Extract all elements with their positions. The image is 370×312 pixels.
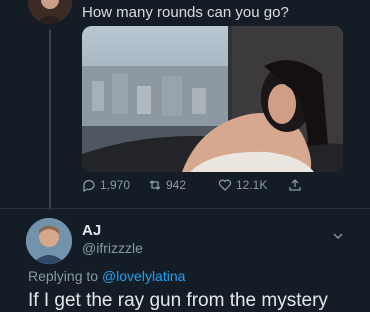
thread-line [49,30,51,210]
reply-icon [83,179,95,192]
reply-author-name[interactable]: AJ [82,222,101,239]
reply-count: 1,970 [100,178,131,192]
retweet-button[interactable]: 942 [148,178,186,192]
tweet-divider [0,208,370,209]
reply-text: If I get the ray gun from the mystery [28,290,328,311]
reply-button[interactable]: 1,970 [82,178,130,192]
heart-icon [218,179,232,191]
like-count: 12.1K [236,178,268,192]
chevron-down-icon [333,233,343,239]
avatar-image [28,0,72,24]
original-author-avatar[interactable] [28,0,72,24]
reply-author-avatar[interactable] [26,218,72,264]
like-button[interactable]: 12.1K [218,178,267,192]
replying-to-line: Replying to @lovelylatina [28,268,185,284]
tweet-actions: 1,970 942 12.1K [82,178,322,196]
more-options-button[interactable] [332,230,344,242]
reply-author-handle[interactable]: @ifrizzzle [82,240,143,256]
share-button[interactable] [288,178,302,192]
avatar-image [26,218,72,264]
retweet-icon [149,180,161,190]
mention-link[interactable]: @lovelylatina [102,268,185,284]
replying-prefix: Replying to [28,268,102,284]
tweet-text: How many rounds can you go? [82,4,289,21]
photo-image [82,26,343,172]
retweet-count: 942 [166,178,187,192]
share-icon [289,179,301,191]
tweet-photo[interactable] [82,26,343,172]
